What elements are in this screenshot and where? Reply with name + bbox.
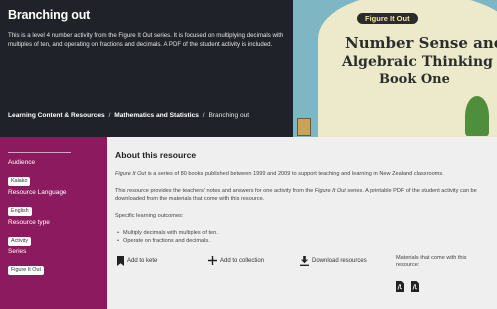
cover-title-line-3: Book One	[379, 72, 450, 87]
meta-series-label: Series	[8, 248, 27, 255]
add-to-collection-label: Add to collection	[220, 257, 265, 264]
download-resources-label: Download resources	[312, 258, 367, 264]
breadcrumb-learning-content[interactable]: Learning Content & Resources	[8, 112, 105, 119]
series-name-emphasis: Figure It Out	[314, 188, 346, 194]
resource-paragraph: This resource provides the teachers' not…	[115, 188, 493, 203]
outcomes-label: Specific learning outcomes:	[115, 213, 184, 219]
materials-label: Materials that come with this resource:	[396, 255, 486, 270]
bookmark-icon	[117, 256, 124, 266]
resource-paragraph-text: This resource provides the teachers' not…	[115, 188, 315, 194]
section-heading: About this resource	[115, 150, 197, 160]
materials-label-line: Materials that come with this	[396, 255, 467, 261]
series-name-emphasis: Figure It Out	[115, 171, 147, 177]
cover-picture-frame	[297, 118, 311, 136]
intro-paragraph: Figure It Out is a series of 80 books pu…	[115, 171, 493, 179]
intro-paragraph-text: is a series of 80 books published betwee…	[146, 171, 444, 177]
book-cover-image: Figure It Out Number Sense and Algebraic…	[293, 0, 497, 137]
breadcrumb-separator: /	[202, 112, 205, 119]
breadcrumb-current: Branching out	[208, 112, 250, 119]
resource-metadata-sidebar: Audience Kaiako Resource Language Englis…	[0, 137, 107, 309]
add-to-kete-label: Add to kete	[127, 258, 158, 264]
download-resources-button[interactable]: Download resources	[300, 256, 367, 266]
meta-language-tag[interactable]: English	[8, 206, 32, 216]
breadcrumb: Learning Content & Resources / Mathemati…	[8, 112, 249, 119]
meta-type: Resource type Activity	[8, 219, 50, 247]
page-description: This is a level 4 number activity from t…	[8, 32, 284, 48]
sidebar-divider	[8, 152, 71, 153]
download-icon	[300, 256, 309, 266]
meta-type-tag[interactable]: Activity	[8, 236, 32, 246]
pdf-file-icon[interactable]	[396, 279, 404, 297]
breadcrumb-separator: /	[108, 112, 111, 119]
breadcrumb-maths-stats[interactable]: Mathematics and Statistics	[114, 112, 199, 119]
about-resource-section: About this resource Figure It Out is a s…	[107, 137, 497, 309]
meta-audience-label: Audience	[8, 159, 36, 166]
outcome-item: Multiply decimals with multiples of ten.	[117, 230, 218, 236]
page-title: Branching out	[8, 8, 91, 22]
meta-language: Resource Language English	[8, 189, 67, 217]
meta-language-label: Resource Language	[8, 189, 67, 196]
meta-audience: Audience Kaiako	[8, 159, 35, 187]
cover-title-line-1: Number Sense and	[345, 34, 497, 52]
cover-plant	[465, 96, 489, 136]
add-to-kete-button[interactable]: Add to kete	[117, 256, 157, 266]
resource-paragraph-text: downloaded from the materials that come …	[115, 195, 265, 202]
meta-series-tag[interactable]: Figure It Out	[8, 265, 44, 275]
pdf-file-icon[interactable]	[411, 279, 419, 297]
resource-paragraph-text: series. A printable PDF of the student a…	[345, 188, 477, 194]
cover-series-badge: Figure It Out	[357, 13, 418, 24]
meta-series: Series Figure It Out	[8, 248, 44, 276]
add-to-collection-button[interactable]: Add to collection	[208, 256, 264, 265]
plus-icon	[208, 256, 217, 265]
meta-type-label: Resource type	[8, 219, 50, 226]
outcome-item: Operate on fractions and decimals.	[117, 238, 210, 244]
hero-banner: Branching out This is a level 4 number a…	[0, 0, 497, 137]
cover-title-line-2: Algebraic Thinking	[342, 54, 493, 70]
materials-label-line: resource:	[396, 262, 420, 269]
meta-audience-tag[interactable]: Kaiako	[8, 176, 31, 186]
